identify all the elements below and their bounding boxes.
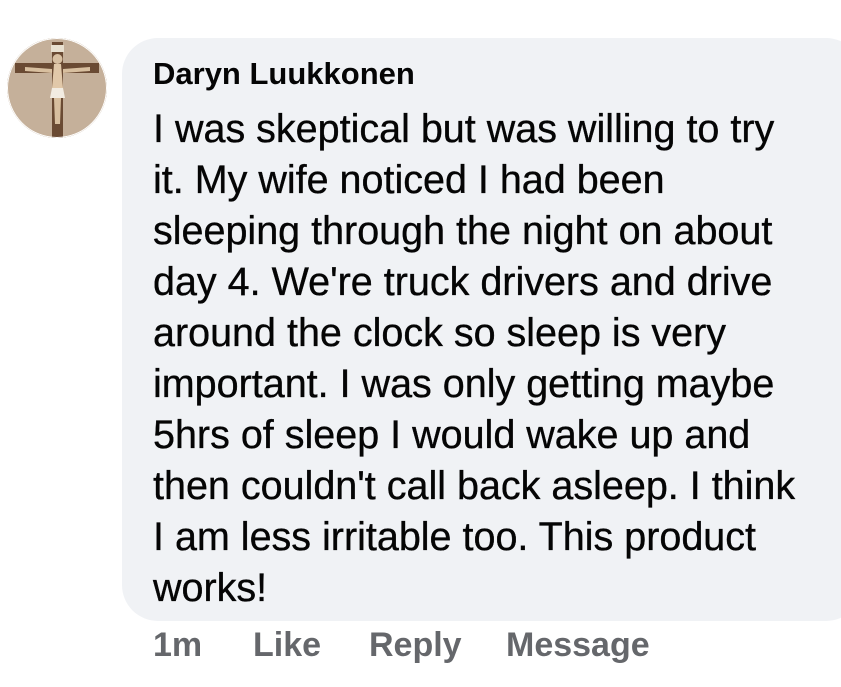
- comment-body-line: it. My wife noticed I had been: [153, 158, 665, 202]
- comment-body-line: I am less irritable too. This product: [153, 515, 756, 559]
- comment-timestamp[interactable]: 1m: [153, 626, 202, 665]
- comment-body-line: around the clock so sleep is very: [153, 311, 727, 355]
- comment-body-line: important. I was only getting maybe: [153, 362, 775, 406]
- like-button[interactable]: Like: [253, 626, 321, 665]
- crucifix-avatar-icon[interactable]: [7, 38, 107, 138]
- comment-body-line: I was skeptical but was willing to try: [153, 107, 775, 151]
- comment-body-line: day 4. We're truck drivers and drive: [153, 260, 773, 304]
- message-button[interactable]: Message: [506, 626, 650, 665]
- comment-body-line: works!: [153, 566, 268, 610]
- comment: Daryn Luukkonen I was skeptical but was …: [0, 0, 841, 687]
- comment-body-line: sleeping through the night on about: [153, 209, 773, 253]
- avatar-image: [7, 38, 107, 138]
- comment-body-line: 5hrs of sleep I would wake up and: [153, 413, 751, 457]
- comment-body: I was skeptical but was willing to try i…: [153, 104, 833, 614]
- reply-button[interactable]: Reply: [369, 626, 462, 665]
- comment-body-line: then couldn't call back asleep. I think: [153, 464, 796, 508]
- comment-author[interactable]: Daryn Luukkonen: [153, 56, 415, 92]
